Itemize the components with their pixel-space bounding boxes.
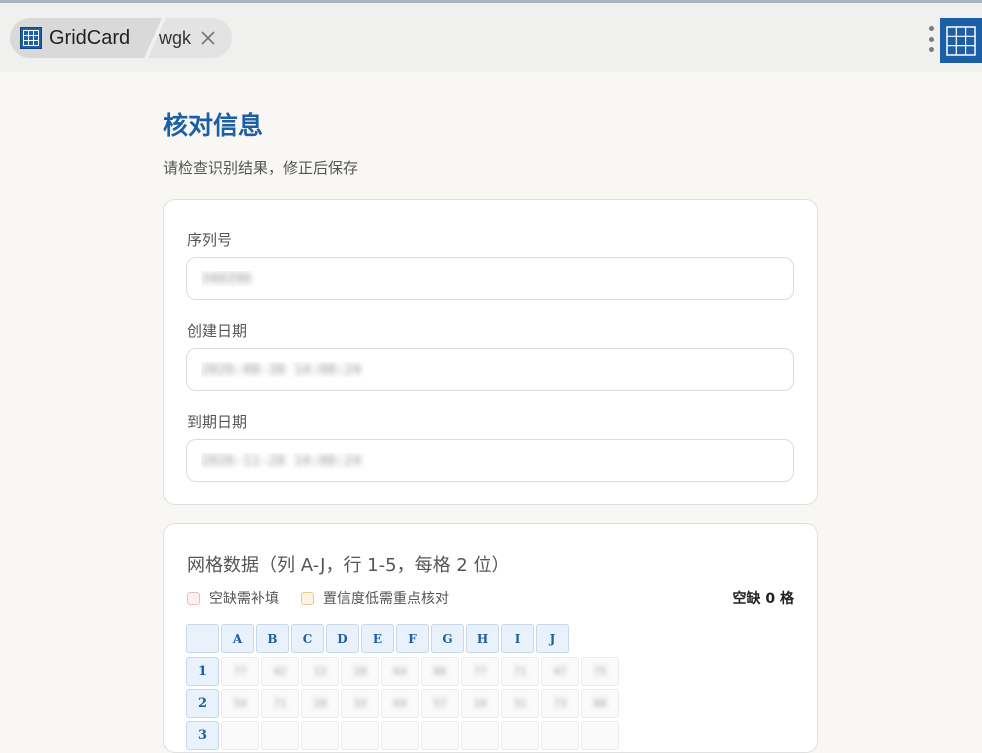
grid-cell[interactable]: 73	[541, 689, 579, 718]
expiry-date-input[interactable]	[186, 439, 794, 482]
column-header-b: B	[256, 624, 289, 653]
breadcrumb-tab[interactable]: wgk	[159, 18, 234, 58]
more-dot-icon	[928, 26, 934, 31]
grid-cell[interactable]: 54	[221, 689, 259, 718]
close-icon[interactable]	[199, 29, 217, 47]
grid-cell[interactable]: 19	[461, 689, 499, 718]
created-date-label: 创建日期	[187, 322, 248, 340]
grid-cell[interactable]: 28	[341, 657, 379, 686]
legend-missing: 空缺需补填	[187, 588, 279, 608]
grid-cell[interactable]: 28	[301, 689, 339, 718]
missing-swatch	[187, 591, 200, 605]
grid-cell[interactable]: 75	[581, 657, 619, 686]
grid-cell[interactable]: 77	[461, 657, 499, 686]
grid-title: 网格数据（列 A-J，行 1-5，每格 2 位）	[187, 555, 510, 576]
page-title: 核对信息	[163, 111, 264, 140]
grid-cell[interactable]	[221, 721, 259, 750]
legend-low-confidence: 置信度低需重点核对	[301, 588, 449, 608]
grid-cell[interactable]: 33	[341, 689, 379, 718]
grid-cell[interactable]: 71	[501, 657, 539, 686]
created-date-input[interactable]	[186, 348, 794, 391]
grid-app-button[interactable]	[940, 18, 982, 63]
grid-corner	[186, 624, 219, 653]
app-name: GridCard	[49, 26, 131, 49]
top-bar: GridCard wgk	[0, 0, 982, 72]
column-header-c: C	[291, 624, 324, 653]
grid-cell[interactable]: 64	[381, 657, 419, 686]
column-header-d: D	[326, 624, 359, 653]
page-subtitle: 请检查识别结果，修正后保存	[163, 159, 359, 177]
row-header-2: 2	[186, 689, 219, 718]
missing-count: 空缺 0 格	[732, 591, 795, 607]
grid-cell[interactable]	[301, 721, 339, 750]
grid-cell[interactable]	[581, 721, 619, 750]
serial-number-input[interactable]	[186, 257, 794, 300]
column-header-a: A	[221, 624, 254, 653]
column-header-f: F	[396, 624, 429, 653]
column-header-g: G	[431, 624, 464, 653]
grid-cell[interactable]: 69	[381, 689, 419, 718]
tab-name: wgk	[159, 27, 192, 48]
grid-cell[interactable]: 57	[421, 689, 459, 718]
more-dot-icon	[928, 36, 934, 42]
legend: 空缺需补填 置信度低需重点核对	[187, 588, 471, 608]
legend-missing-label: 空缺需补填	[209, 591, 279, 607]
grid-card: 网格数据（列 A-J，行 1-5，每格 2 位） 空缺需补填 置信度低需重点核对…	[163, 523, 818, 753]
grid-cell[interactable]: 31	[501, 689, 539, 718]
grid-cell[interactable]	[421, 721, 459, 750]
column-header-i: I	[501, 624, 534, 653]
expiry-date-label: 到期日期	[187, 413, 248, 431]
grid-cell[interactable]: 88	[581, 689, 619, 718]
grid-cell[interactable]: 42	[261, 657, 299, 686]
grid-icon	[946, 25, 976, 56]
grid-cell[interactable]: 71	[261, 689, 299, 718]
info-card: 序列号 创建日期 到期日期	[163, 199, 818, 505]
grid-cell[interactable]: 13	[301, 657, 339, 686]
low-confidence-swatch	[301, 591, 314, 605]
grid-cell[interactable]	[381, 721, 419, 750]
grid-cell[interactable]	[541, 721, 579, 750]
column-header-h: H	[466, 624, 499, 653]
breadcrumb: GridCard wgk	[10, 18, 232, 58]
column-header-e: E	[361, 624, 394, 653]
grid-cell[interactable]	[261, 721, 299, 750]
legend-low-confidence-label: 置信度低需重点核对	[323, 591, 449, 607]
serial-number-label: 序列号	[187, 231, 233, 249]
more-dot-icon	[928, 47, 934, 52]
row-header-3: 3	[186, 721, 219, 750]
grid-cell[interactable]: 86	[421, 657, 459, 686]
grid-cell[interactable]	[341, 721, 379, 750]
grid-card-icon	[20, 27, 42, 49]
more-menu-button[interactable]	[922, 23, 940, 55]
row-header-1: 1	[186, 657, 219, 686]
breadcrumb-app[interactable]: GridCard	[20, 18, 160, 58]
grid-cell[interactable]	[501, 721, 539, 750]
column-header-j: J	[536, 624, 569, 653]
grid-cell[interactable]: 77	[221, 657, 259, 686]
grid-cell[interactable]: 47	[541, 657, 579, 686]
grid-cell[interactable]	[461, 721, 499, 750]
